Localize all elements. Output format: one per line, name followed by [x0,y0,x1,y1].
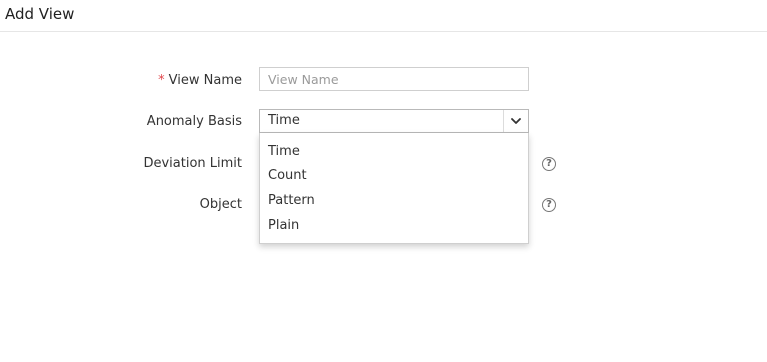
dropdown-option-time[interactable]: Time [268,144,300,159]
deviation-limit-label: Deviation Limit [143,156,242,171]
help-icon[interactable]: ? [542,198,556,212]
page-title: Add View [5,5,75,23]
dropdown-option-pattern[interactable]: Pattern [268,193,315,208]
view-name-input[interactable] [259,67,529,91]
anomaly-basis-selected-value: Time [268,113,300,128]
help-icon[interactable]: ? [542,157,556,171]
anomaly-basis-dropdown: Time Count Pattern Plain [259,133,529,244]
view-name-label: * View Name [82,73,242,88]
view-name-label-text: View Name [168,73,242,88]
anomaly-basis-select[interactable]: Time [259,109,529,133]
anomaly-basis-label: Anomaly Basis [146,114,242,129]
page-header: Add View [0,0,767,32]
chevron-down-icon[interactable] [503,110,528,132]
dropdown-option-plain[interactable]: Plain [268,218,299,233]
required-indicator: * [158,73,165,88]
dropdown-option-count[interactable]: Count [268,168,307,183]
object-label: Object [199,197,242,212]
